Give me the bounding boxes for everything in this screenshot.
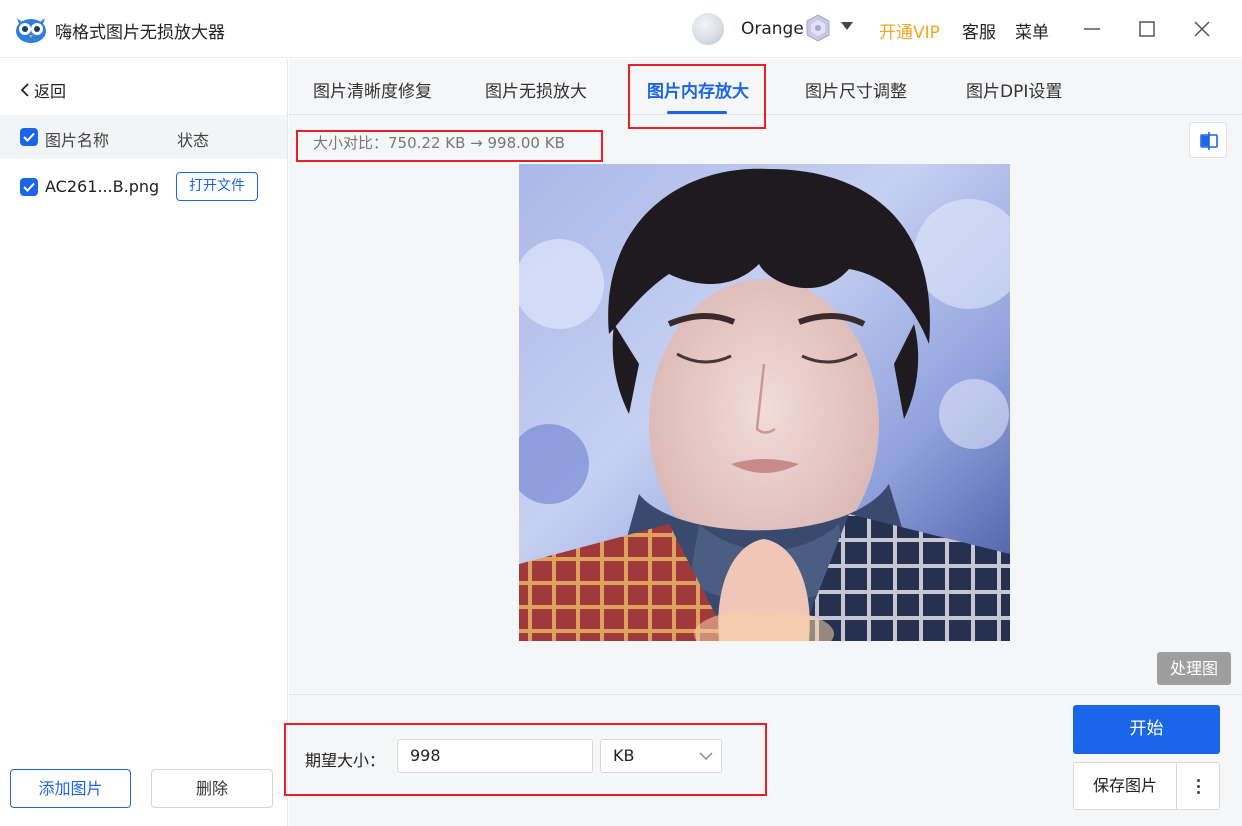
unit-select[interactable]: KB (600, 739, 722, 773)
file-list-header: 图片名称 状态 (0, 115, 287, 159)
processed-image-tag: 处理图 (1157, 652, 1231, 685)
highlight-box-tab (628, 64, 766, 129)
tab-clarity-repair[interactable]: 图片清晰度修复 (313, 77, 432, 102)
bottom-action-bar: 期望大小： 998 KB 开始 保存图片 (284, 694, 1242, 826)
maximize-icon[interactable] (1132, 14, 1162, 44)
add-image-button[interactable]: 添加图片 (10, 769, 131, 808)
expected-size-input[interactable]: 998 (397, 739, 593, 773)
delete-button[interactable]: 删除 (151, 769, 273, 808)
user-avatar[interactable] (692, 13, 724, 45)
tab-dpi-settings[interactable]: 图片DPI设置 (966, 77, 1062, 102)
column-header-name: 图片名称 (45, 131, 110, 150)
title-bar: 嗨格式图片无损放大器 Orange 开通VIP 客服 菜单 (0, 0, 1242, 58)
expected-size-label: 期望大小： (305, 751, 386, 770)
tab-lossless-upscale[interactable]: 图片无损放大 (485, 77, 587, 102)
image-preview (519, 164, 1010, 641)
minimize-icon[interactable] (1077, 14, 1107, 44)
checkmark-icon (23, 182, 35, 192)
save-image-button[interactable]: 保存图片 (1073, 762, 1176, 810)
user-dropdown-caret-icon[interactable] (841, 22, 853, 30)
start-button[interactable]: 开始 (1073, 705, 1220, 754)
menu-link[interactable]: 菜单 (1015, 18, 1049, 43)
unit-select-value: KB (613, 746, 635, 765)
owl-logo-icon (16, 18, 46, 43)
customer-service-link[interactable]: 客服 (962, 18, 996, 43)
tab-resize[interactable]: 图片尺寸调整 (805, 77, 907, 102)
main-panel: 图片清晰度修复 图片无损放大 图片内存放大 图片尺寸调整 图片DPI设置 大小对… (284, 59, 1242, 826)
app-title: 嗨格式图片无损放大器 (55, 23, 225, 43)
column-header-status: 状态 (177, 131, 210, 150)
app-window: 嗨格式图片无损放大器 Orange 开通VIP 客服 菜单 返回 图片名称 状态… (0, 0, 1242, 826)
open-file-button[interactable]: 打开文件 (176, 172, 258, 201)
username[interactable]: Orange (741, 19, 804, 39)
back-button[interactable]: 返回 (20, 78, 66, 102)
checkmark-icon (23, 132, 35, 142)
open-vip-link[interactable]: 开通VIP (879, 18, 940, 43)
chevron-down-icon (699, 752, 713, 761)
select-all-checkbox[interactable] (20, 128, 38, 146)
vip-badge-icon (806, 14, 830, 42)
chevron-left-icon (20, 83, 29, 97)
compare-view-button[interactable] (1189, 122, 1227, 158)
file-checkbox[interactable] (20, 178, 38, 196)
size-comparison-text: 大小对比：750.22 KB → 998.00 KB (313, 134, 565, 152)
split-compare-icon (1200, 132, 1218, 150)
file-sidebar: 返回 图片名称 状态 AC261...B.png 打开文件 添加图片 删除 (0, 59, 288, 826)
close-icon[interactable] (1187, 14, 1217, 44)
more-options-icon[interactable] (1176, 762, 1220, 810)
back-label: 返回 (34, 82, 67, 101)
file-name: AC261...B.png (45, 177, 160, 196)
